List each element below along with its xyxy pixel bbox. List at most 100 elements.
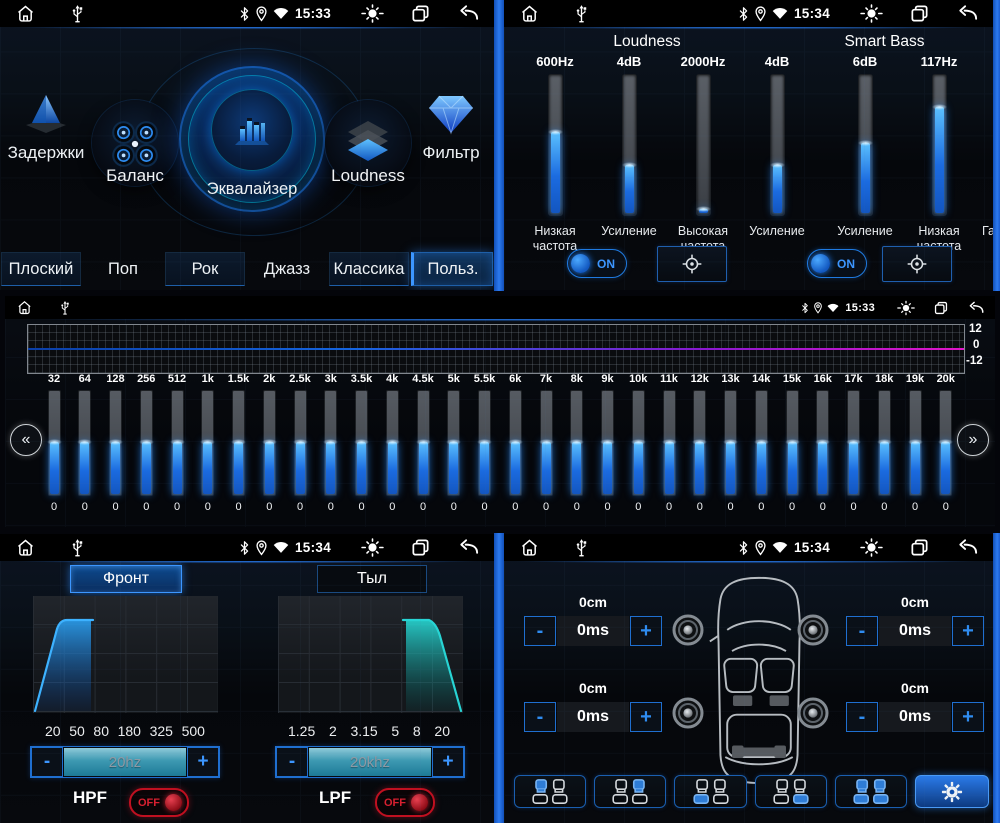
- band-slider[interactable]: [447, 390, 460, 496]
- band-frequency: 1.5k: [228, 373, 249, 386]
- brightness-icon[interactable]: [860, 536, 883, 559]
- home-icon[interactable]: [14, 3, 37, 24]
- prev-page-button[interactable]: «: [10, 424, 42, 456]
- loudness-reset-button[interactable]: [657, 246, 727, 282]
- recents-icon[interactable]: [909, 537, 930, 558]
- band-slider[interactable]: [232, 390, 245, 496]
- preset-tab[interactable]: Польз.: [411, 252, 493, 286]
- band-slider[interactable]: [693, 390, 706, 496]
- band-slider[interactable]: [847, 390, 860, 496]
- band-slider[interactable]: [386, 390, 399, 496]
- band-slider[interactable]: [263, 390, 276, 496]
- delay-minus-button[interactable]: -: [846, 616, 878, 646]
- band-slider[interactable]: [816, 390, 829, 496]
- back-icon[interactable]: [967, 299, 985, 317]
- next-page-button[interactable]: »: [957, 424, 989, 456]
- preset-tab[interactable]: Рок: [165, 252, 245, 286]
- vertical-slider[interactable]: [932, 74, 947, 216]
- lpf-off-toggle[interactable]: OFF: [375, 788, 435, 817]
- vertical-slider[interactable]: [770, 74, 785, 216]
- seat-position-button[interactable]: [755, 775, 827, 808]
- usb-icon: [71, 4, 84, 24]
- brightness-icon[interactable]: [361, 536, 384, 559]
- band-slider[interactable]: [509, 390, 522, 496]
- lpf-frequency-value[interactable]: 20khz: [309, 748, 431, 776]
- home-icon[interactable]: [14, 537, 37, 558]
- recents-icon[interactable]: [410, 537, 431, 558]
- delay-minus-button[interactable]: -: [524, 702, 556, 732]
- hpf-minus-button[interactable]: -: [31, 747, 63, 777]
- vertical-slider[interactable]: [622, 74, 637, 216]
- band-slider[interactable]: [294, 390, 307, 496]
- band-slider[interactable]: [540, 390, 553, 496]
- preset-tab[interactable]: Джазз: [247, 252, 327, 286]
- delay-minus-button[interactable]: -: [524, 616, 556, 646]
- band-slider[interactable]: [324, 390, 337, 496]
- smartbass-reset-button[interactable]: [882, 246, 952, 282]
- band-slider[interactable]: [663, 390, 676, 496]
- vertical-slider[interactable]: [858, 74, 873, 216]
- preset-tab[interactable]: Плоский: [1, 252, 81, 286]
- hpf-plus-button[interactable]: +: [187, 747, 219, 777]
- band-slider[interactable]: [140, 390, 153, 496]
- brightness-icon[interactable]: [897, 299, 915, 317]
- preset-tab[interactable]: Классика: [329, 252, 409, 286]
- slider-fill: [699, 209, 708, 213]
- band-slider[interactable]: [909, 390, 922, 496]
- band-slider[interactable]: [724, 390, 737, 496]
- menu-item-equalizer[interactable]: Эквалайзер: [179, 66, 325, 212]
- brightness-icon[interactable]: [361, 2, 384, 25]
- band-slider[interactable]: [632, 390, 645, 496]
- seat-position-button[interactable]: [835, 775, 907, 808]
- recents-icon[interactable]: [410, 3, 431, 24]
- lpf-plus-button[interactable]: +: [432, 747, 464, 777]
- hpf-off-toggle[interactable]: OFF: [129, 788, 189, 817]
- delay-plus-button[interactable]: +: [630, 616, 662, 646]
- band-slider[interactable]: [601, 390, 614, 496]
- band-slider[interactable]: [755, 390, 768, 496]
- band-fill: [173, 442, 182, 494]
- delay-plus-button[interactable]: +: [952, 616, 984, 646]
- band-frequency: 256: [137, 373, 155, 386]
- recents-icon[interactable]: [933, 300, 949, 316]
- band-slider[interactable]: [878, 390, 891, 496]
- band-slider[interactable]: [201, 390, 214, 496]
- band-slider[interactable]: [109, 390, 122, 496]
- menu-item-delays[interactable]: Задержки: [1, 92, 91, 163]
- band-slider[interactable]: [171, 390, 184, 496]
- recents-icon[interactable]: [909, 3, 930, 24]
- band-slider[interactable]: [417, 390, 430, 496]
- smartbass-on-toggle[interactable]: ON: [807, 249, 867, 278]
- back-icon[interactable]: [956, 2, 979, 25]
- tab-front[interactable]: Фронт: [70, 565, 182, 593]
- vertical-slider[interactable]: [548, 74, 563, 216]
- preset-tab[interactable]: Поп: [83, 252, 163, 286]
- loudness-on-toggle[interactable]: ON: [567, 249, 627, 278]
- delay-plus-button[interactable]: +: [630, 702, 662, 732]
- tab-rear[interactable]: Тыл: [317, 565, 427, 593]
- home-icon[interactable]: [15, 299, 34, 316]
- band-slider[interactable]: [939, 390, 952, 496]
- home-icon[interactable]: [518, 537, 541, 558]
- band-slider[interactable]: [48, 390, 61, 496]
- hpf-frequency-value[interactable]: 20hz: [64, 748, 186, 776]
- seat-position-button[interactable]: [514, 775, 586, 808]
- band-slider[interactable]: [355, 390, 368, 496]
- vertical-slider[interactable]: [696, 74, 711, 216]
- brightness-icon[interactable]: [860, 2, 883, 25]
- seat-position-button[interactable]: [674, 775, 746, 808]
- back-icon[interactable]: [457, 2, 480, 25]
- lpf-minus-button[interactable]: -: [276, 747, 308, 777]
- delay-plus-button[interactable]: +: [952, 702, 984, 732]
- band-slider[interactable]: [786, 390, 799, 496]
- delay-settings-button[interactable]: [915, 775, 989, 808]
- seat-position-button[interactable]: [594, 775, 666, 808]
- delay-minus-button[interactable]: -: [846, 702, 878, 732]
- home-icon[interactable]: [518, 3, 541, 24]
- band-slider[interactable]: [570, 390, 583, 496]
- band-slider[interactable]: [478, 390, 491, 496]
- menu-item-filter[interactable]: Фильтр: [408, 92, 494, 163]
- back-icon[interactable]: [457, 536, 480, 559]
- back-icon[interactable]: [956, 536, 979, 559]
- band-slider[interactable]: [78, 390, 91, 496]
